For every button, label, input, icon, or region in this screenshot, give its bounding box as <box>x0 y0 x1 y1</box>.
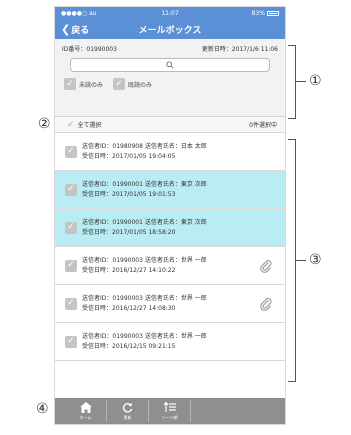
received-time: 受信日時：2016/12/27 14:08:30 <box>82 304 176 312</box>
selected-count: 0件選択中 <box>249 122 277 129</box>
select-all-label: 全て選択 <box>77 122 102 129</box>
updated-time: 更新日時：2017/1/6 11:06 <box>201 45 278 53</box>
back-label: 戻る <box>71 25 90 36</box>
read-only-checkbox[interactable]: ✓ 既読のみ <box>113 78 152 90</box>
annotation-bracket-1-tick <box>296 81 306 82</box>
message-row[interactable]: ✓ 送信者ID：01980908 送信者氏名：日本 太郎 受信日時：2017/0… <box>55 133 285 171</box>
select-all-bar: ✓ 全て選択 0件選択中 <box>55 117 285 133</box>
message-row[interactable]: ✓ 送信者ID：01990003 送信者氏名：世界 一郎 受信日時：2016/1… <box>55 247 285 285</box>
row-checkbox[interactable]: ✓ <box>65 259 77 272</box>
sender-info: 送信者ID：01990003 送信者氏名：世界 一郎 <box>82 332 207 340</box>
message-row[interactable]: ✓ 送信者ID：01990001 送信者氏名：東京 次郎 受信日時：2017/0… <box>55 209 285 247</box>
status-bar: ●●●●○ au 11:07 83% <box>55 7 285 19</box>
received-time: 受信日時：2017/01/05 19:04:05 <box>82 152 176 160</box>
chevron-left-icon: ❮ <box>61 22 71 36</box>
page-title: メールボックス <box>138 25 202 36</box>
received-time: 受信日時：2016/12/15 09:21:15 <box>82 342 176 350</box>
unread-only-label: 未読のみ <box>79 81 104 89</box>
tab-bar: ホーム 更新 ソート順 <box>55 398 285 424</box>
paperclip-icon <box>260 298 272 311</box>
checkmark-icon: ✓ <box>113 78 126 90</box>
read-only-label: 既読のみ <box>128 81 153 89</box>
annotation-marker-2: ② <box>38 116 51 132</box>
tab-refresh-label: 更新 <box>123 414 132 420</box>
message-row[interactable]: ✓ 送信者ID：01990003 送信者氏名：世界 一郎 受信日時：2016/1… <box>55 323 285 361</box>
battery-icon <box>267 10 279 16</box>
sender-info: 送信者ID：01980908 送信者氏名：日本 太郎 <box>82 142 207 150</box>
tab-home-label: ホーム <box>79 414 92 420</box>
row-checkbox[interactable]: ✓ <box>65 297 77 310</box>
message-row[interactable]: ✓ 送信者ID：01990003 送信者氏名：世界 一郎 受信日時：2016/1… <box>55 285 285 323</box>
checkmark-icon: ✓ <box>64 78 76 90</box>
received-time: 受信日時：2017/01/05 18:58:20 <box>82 228 176 236</box>
search-icon <box>166 61 174 69</box>
refresh-icon <box>122 402 133 413</box>
annotation-bracket-3-tick <box>296 260 306 261</box>
home-icon <box>79 402 92 413</box>
filter-panel: ID番号：01990003 更新日時：2017/1/6 11:06 ✓ 未読のみ… <box>55 39 285 117</box>
annotation-bracket-3 <box>288 139 296 382</box>
message-list: ✓ 送信者ID：01980908 送信者氏名：日本 太郎 受信日時：2017/0… <box>55 133 285 361</box>
annotation-bracket-1 <box>288 45 296 119</box>
sort-icon <box>163 402 176 412</box>
nav-bar: ❮ 戻る メールボックス <box>55 19 285 39</box>
tab-sort-label: ソート順 <box>161 414 178 420</box>
received-time: 受信日時：2016/12/27 14:10:22 <box>82 266 176 274</box>
message-row[interactable]: ✓ 送信者ID：01990001 送信者氏名：東京 次郎 受信日時：2017/0… <box>55 171 285 209</box>
tab-refresh[interactable]: 更新 <box>107 400 149 422</box>
sender-info: 送信者ID：01990003 送信者氏名：世界 一郎 <box>82 256 207 264</box>
row-checkbox[interactable]: ✓ <box>65 335 77 348</box>
row-checkbox[interactable]: ✓ <box>65 221 77 234</box>
annotation-marker-4: ④ <box>36 401 49 417</box>
id-number: ID番号：01990003 <box>62 45 117 53</box>
received-time: 受信日時：2017/01/05 19:01:53 <box>82 190 176 198</box>
back-button[interactable]: ❮ 戻る <box>55 23 89 36</box>
tab-sort[interactable]: ソート順 <box>149 400 191 422</box>
row-checkbox[interactable]: ✓ <box>65 145 77 158</box>
paperclip-icon <box>260 260 272 273</box>
select-all-toggle[interactable]: ✓ 全て選択 <box>67 120 102 130</box>
sender-info: 送信者ID：01990003 送信者氏名：世界 一郎 <box>82 294 207 302</box>
row-checkbox[interactable]: ✓ <box>65 183 77 196</box>
time-label: 11:07 <box>161 9 179 17</box>
phone-screen: ●●●●○ au 11:07 83% ❮ 戻る メールボックス ID番号：019… <box>54 6 286 425</box>
checkmark-icon: ✓ <box>67 119 75 130</box>
sender-info: 送信者ID：01990001 送信者氏名：東京 次郎 <box>82 180 207 188</box>
sender-info: 送信者ID：01990001 送信者氏名：東京 次郎 <box>82 218 207 226</box>
annotation-marker-1: ① <box>309 73 322 89</box>
search-input[interactable] <box>70 58 270 72</box>
annotation-marker-3: ③ <box>309 252 322 268</box>
tab-home[interactable]: ホーム <box>65 400 107 422</box>
unread-only-checkbox[interactable]: ✓ 未読のみ <box>64 78 103 90</box>
